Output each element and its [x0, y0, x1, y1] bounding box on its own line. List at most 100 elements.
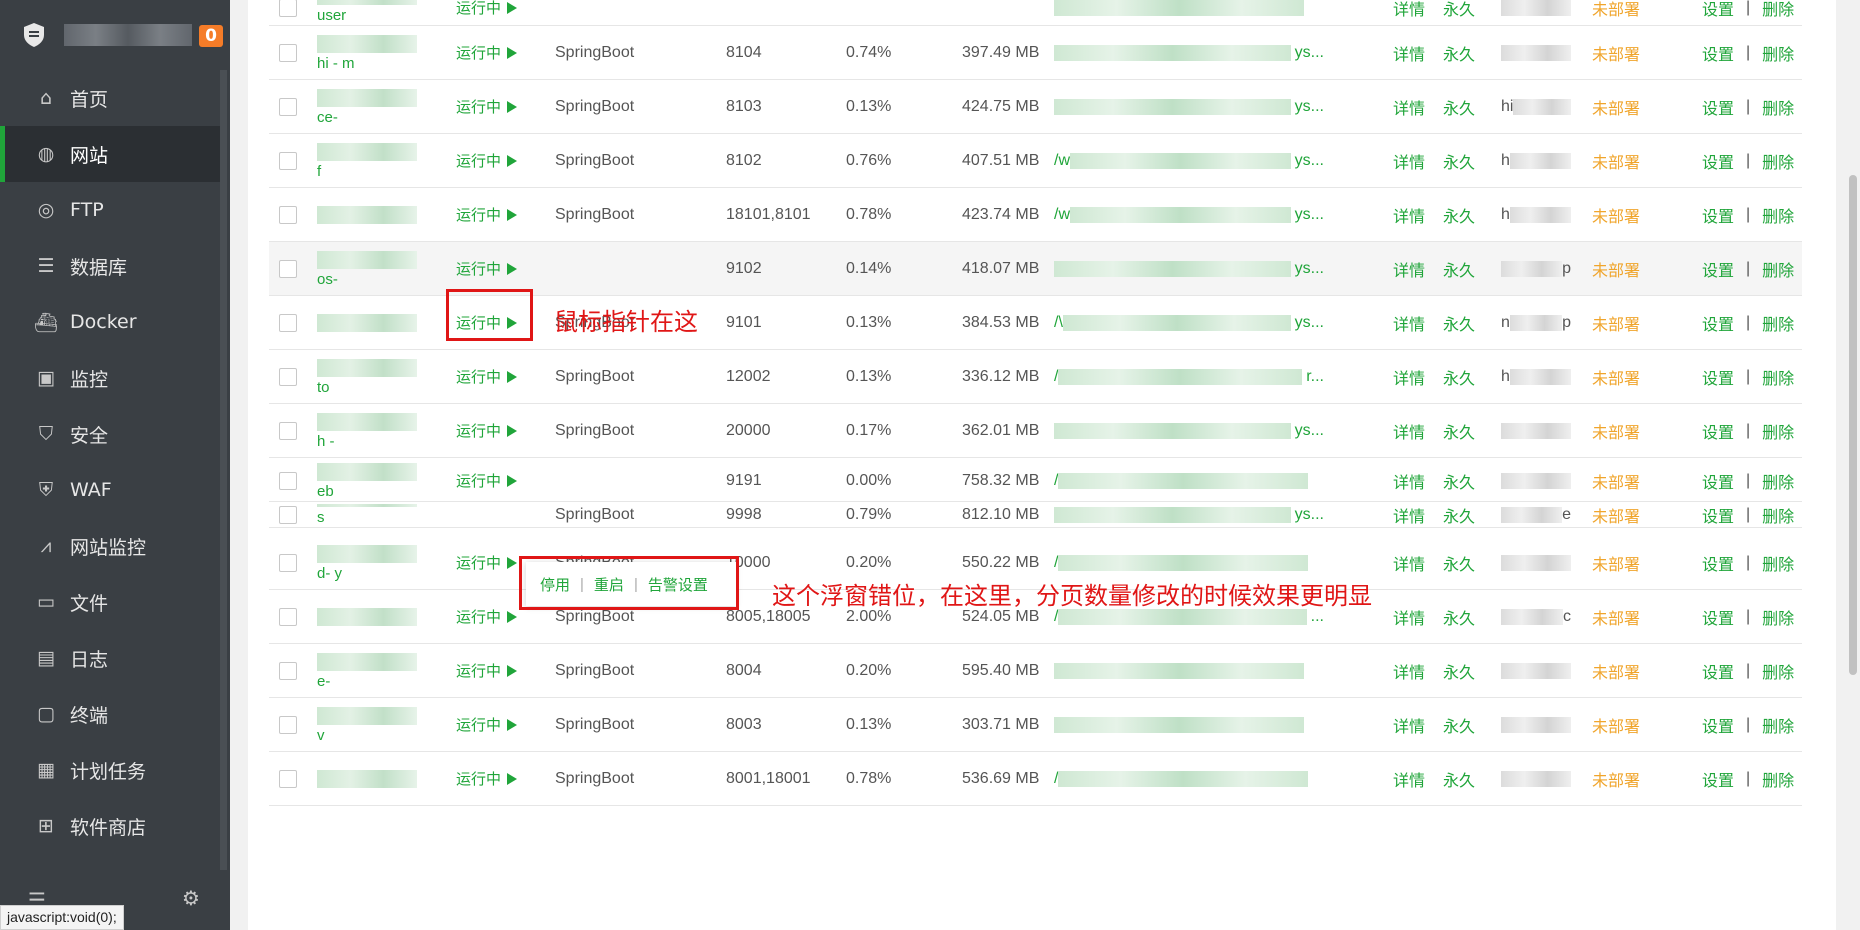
detail-link[interactable]: 详情 [1393, 644, 1425, 697]
row-checkbox-cell[interactable] [279, 350, 297, 403]
root-path-link[interactable] [1054, 644, 1324, 697]
site-name[interactable]: ce- [317, 80, 429, 133]
site-name-text[interactable]: d- y [317, 565, 342, 583]
detail-link[interactable]: 详情 [1393, 460, 1425, 501]
settings-link[interactable]: 设置 [1702, 469, 1734, 493]
detail-link[interactable]: 详情 [1393, 242, 1425, 295]
status-text[interactable]: 运行中 [456, 606, 501, 627]
status-running-toggle[interactable]: 运行中 [456, 188, 518, 241]
detail-link[interactable]: 详情 [1393, 296, 1425, 349]
site-name[interactable] [317, 296, 429, 349]
root-path-link[interactable]: ys... [1054, 404, 1324, 457]
expiry-permanent-link[interactable]: 永久 [1443, 26, 1475, 79]
row-checkbox[interactable] [279, 471, 297, 490]
row-checkbox-cell[interactable] [279, 502, 297, 527]
ssl-deploy-link[interactable]: 未部署 [1592, 26, 1640, 79]
row-checkbox-cell[interactable] [279, 26, 297, 79]
status-text[interactable]: 运行中 [456, 552, 501, 573]
status-running-toggle[interactable]: 运行中 [456, 536, 518, 589]
row-checkbox[interactable] [279, 97, 297, 116]
site-name[interactable]: eb [317, 460, 429, 501]
expiry-permanent-link[interactable]: 永久 [1443, 0, 1475, 25]
status-running-toggle[interactable]: 运行中 [456, 460, 518, 501]
root-path-link[interactable]: /\ ys... [1054, 296, 1324, 349]
detail-link[interactable]: 详情 [1393, 404, 1425, 457]
delete-link[interactable]: 删除 [1762, 311, 1794, 335]
settings-link[interactable]: 设置 [1702, 713, 1734, 737]
settings-link[interactable]: 设置 [1702, 149, 1734, 173]
site-name[interactable] [317, 188, 429, 241]
settings-link[interactable]: 设置 [1702, 95, 1734, 119]
status-text[interactable]: 运行中 [456, 150, 501, 171]
status-text[interactable]: 运行中 [456, 96, 501, 117]
delete-link[interactable]: 删除 [1762, 365, 1794, 389]
row-checkbox[interactable] [279, 259, 297, 278]
status-text[interactable]: 运行中 [456, 258, 501, 279]
root-path-link[interactable] [1054, 698, 1324, 751]
delete-link[interactable]: 删除 [1762, 767, 1794, 791]
ssl-deploy-link[interactable]: 未部署 [1592, 644, 1640, 697]
row-checkbox[interactable] [279, 715, 297, 734]
row-checkbox[interactable] [279, 769, 297, 788]
row-checkbox[interactable] [279, 0, 297, 17]
site-name[interactable]: os- [317, 242, 429, 295]
row-checkbox-cell[interactable] [279, 0, 297, 25]
delete-link[interactable]: 删除 [1762, 659, 1794, 683]
row-checkbox[interactable] [279, 151, 297, 170]
site-name[interactable]: f [317, 134, 429, 187]
delete-link[interactable]: 删除 [1762, 257, 1794, 281]
expiry-permanent-link[interactable]: 永久 [1443, 536, 1475, 589]
site-name-text[interactable]: user [317, 7, 346, 25]
site-name[interactable] [317, 590, 429, 643]
site-name-text[interactable]: s [317, 509, 325, 527]
status-running-toggle[interactable]: 运行中 [456, 404, 518, 457]
site-name-text[interactable]: h - [317, 433, 335, 451]
ssl-deploy-link[interactable]: 未部署 [1592, 502, 1640, 527]
settings-link[interactable]: 设置 [1702, 311, 1734, 335]
delete-link[interactable]: 删除 [1762, 605, 1794, 629]
status-running-toggle[interactable]: 运行中 [456, 752, 518, 805]
sidebar-item[interactable]: ☰ 数据库 [0, 238, 220, 294]
status-text[interactable]: 运行中 [456, 0, 501, 18]
delete-link[interactable]: 删除 [1762, 419, 1794, 443]
settings-link[interactable]: 设置 [1702, 767, 1734, 791]
delete-link[interactable]: 删除 [1762, 203, 1794, 227]
status-running-toggle[interactable]: 运行中 [456, 698, 518, 751]
delete-link[interactable]: 删除 [1762, 95, 1794, 119]
row-checkbox[interactable] [279, 607, 297, 626]
row-checkbox-cell[interactable] [279, 590, 297, 643]
settings-link[interactable]: 设置 [1702, 41, 1734, 65]
sidebar-item[interactable]: ▭ 文件 [0, 574, 220, 630]
row-checkbox[interactable] [279, 43, 297, 62]
ssl-deploy-link[interactable]: 未部署 [1592, 536, 1640, 589]
detail-link[interactable]: 详情 [1393, 536, 1425, 589]
settings-link[interactable]: 设置 [1702, 0, 1734, 20]
site-name-text[interactable]: f [317, 163, 321, 181]
status-text[interactable]: 运行中 [456, 420, 501, 441]
gear-icon[interactable]: ⚙ [182, 886, 200, 910]
row-checkbox-cell[interactable] [279, 752, 297, 805]
delete-link[interactable]: 删除 [1762, 469, 1794, 493]
status-running-toggle[interactable]: 运行中 [456, 242, 518, 295]
status-running-toggle[interactable]: 运行中 [456, 590, 518, 643]
sidebar-item[interactable]: ▤ 日志 [0, 630, 220, 686]
ssl-deploy-link[interactable]: 未部署 [1592, 698, 1640, 751]
status-running-toggle[interactable]: 运行中 [456, 134, 518, 187]
sidebar-item[interactable]: ◎ FTP [0, 182, 220, 238]
status-text[interactable]: 运行中 [456, 768, 501, 789]
expiry-permanent-link[interactable]: 永久 [1443, 460, 1475, 501]
ssl-deploy-link[interactable]: 未部署 [1592, 404, 1640, 457]
root-path-link[interactable]: / [1054, 752, 1324, 805]
detail-link[interactable]: 详情 [1393, 502, 1425, 527]
row-checkbox-cell[interactable] [279, 296, 297, 349]
status-text[interactable]: 运行中 [456, 366, 501, 387]
delete-link[interactable]: 删除 [1762, 713, 1794, 737]
row-checkbox[interactable] [279, 205, 297, 224]
site-name-text[interactable]: e- [317, 673, 330, 691]
sidebar-item[interactable]: ▢ 终端 [0, 686, 220, 742]
expiry-permanent-link[interactable]: 永久 [1443, 188, 1475, 241]
expiry-permanent-link[interactable]: 永久 [1443, 752, 1475, 805]
row-checkbox-cell[interactable] [279, 404, 297, 457]
row-checkbox-cell[interactable] [279, 188, 297, 241]
row-checkbox-cell[interactable] [279, 644, 297, 697]
